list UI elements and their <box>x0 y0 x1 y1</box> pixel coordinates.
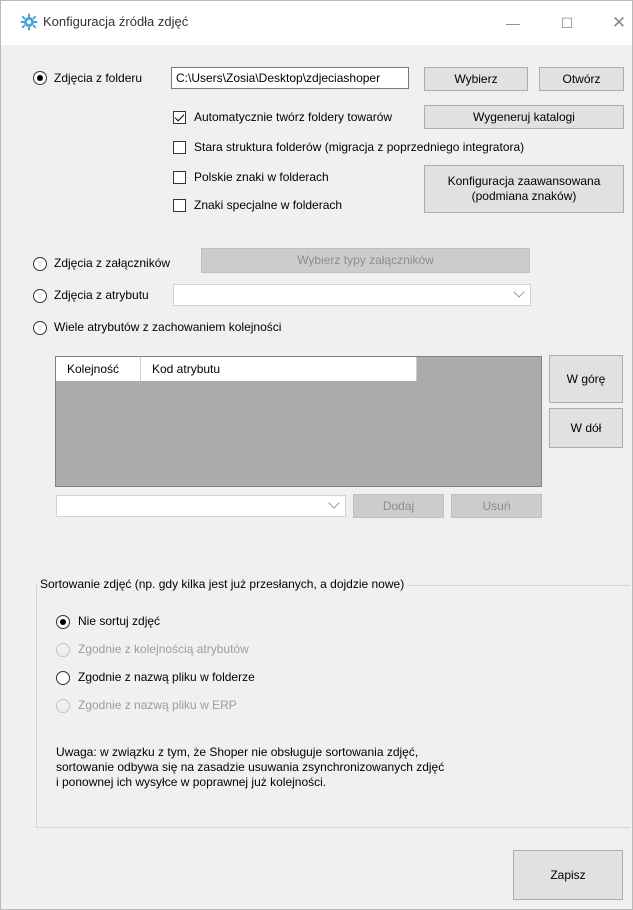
advanced-config-button[interactable]: Konfiguracja zaawansowana (podmiana znak… <box>424 165 624 213</box>
sorting-group-title: Sortowanie zdjęć (np. gdy kilka jest już… <box>37 577 408 591</box>
open-folder-button[interactable]: Otwórz <box>539 67 624 91</box>
move-up-button[interactable]: W górę <box>549 355 623 403</box>
chevron-down-icon <box>328 497 340 509</box>
sorting-note-line1: Uwaga: w związku z tym, że Shoper nie ob… <box>56 745 419 759</box>
source-multi-attributes-label: Wiele atrybutów z zachowaniem kolejności <box>54 320 282 334</box>
radio-sort-folder-filename[interactable] <box>56 671 70 685</box>
minimize-button[interactable]: — <box>498 9 528 37</box>
choose-folder-button[interactable]: Wybierz <box>424 67 528 91</box>
advanced-config-line2: (podmiana znaków) <box>471 189 577 203</box>
add-attribute-button[interactable]: Dodaj <box>353 494 444 518</box>
grid-column-order[interactable]: Kolejność <box>56 357 141 381</box>
radio-sort-attribute-order[interactable] <box>56 643 70 657</box>
sorting-note: Uwaga: w związku z tym, że Shoper nie ob… <box>56 745 516 790</box>
checkbox-polish-chars[interactable] <box>173 171 186 184</box>
sort-erp-filename-label: Zgodnie z nazwą pliku w ERP <box>78 698 237 712</box>
move-down-button[interactable]: W dół <box>549 408 623 448</box>
generate-catalogs-button[interactable]: Wygeneruj katalogi <box>424 105 624 129</box>
auto-create-label: Automatycznie twórz foldery towarów <box>194 110 393 124</box>
gear-icon <box>20 13 38 31</box>
polish-chars-label: Polskie znaki w folderach <box>194 170 329 184</box>
attribute-select[interactable] <box>173 284 531 306</box>
special-chars-label: Znaki specjalne w folderach <box>194 198 343 212</box>
grid-header: Kolejność Kod atrybutu <box>56 357 417 381</box>
radio-source-attribute[interactable] <box>33 289 47 303</box>
folder-path-field[interactable]: C:\Users\Zosia\Desktop\zdjeciashoper <box>171 67 409 89</box>
source-attribute-label: Zdjęcia z atrybutu <box>54 288 149 302</box>
attributes-grid[interactable]: Kolejność Kod atrybutu <box>55 356 542 487</box>
checkbox-old-structure[interactable] <box>173 141 186 154</box>
source-folder-label: Zdjęcia z folderu <box>54 71 143 85</box>
title-bar: Konfiguracja źródła zdjęć — ☐ ✕ <box>1 1 632 45</box>
remove-attribute-button[interactable]: Usuń <box>451 494 542 518</box>
choose-attachment-types-button[interactable]: Wybierz typy załączników <box>201 248 530 273</box>
radio-sort-erp-filename[interactable] <box>56 699 70 713</box>
sort-attribute-order-label: Zgodnie z kolejnością atrybutów <box>78 642 249 656</box>
grid-column-attribute-code[interactable]: Kod atrybutu <box>141 357 417 381</box>
checkbox-auto-create[interactable] <box>173 111 186 124</box>
sort-folder-filename-label: Zgodnie z nazwą pliku w folderze <box>78 670 255 684</box>
source-attachments-label: Zdjęcia z załączników <box>54 256 171 270</box>
maximize-button[interactable]: ☐ <box>552 9 582 37</box>
close-button[interactable]: ✕ <box>604 9 633 37</box>
attribute-add-select[interactable] <box>56 495 346 517</box>
sort-none-label: Nie sortuj zdjęć <box>78 614 161 628</box>
chevron-down-icon <box>513 286 525 298</box>
checkbox-special-chars[interactable] <box>173 199 186 212</box>
sorting-note-line2: sortowanie odbywa się na zasadzie usuwan… <box>56 760 445 774</box>
advanced-config-line1: Konfiguracja zaawansowana <box>447 174 601 188</box>
old-structure-label: Stara struktura folderów (migracja z pop… <box>194 140 525 154</box>
radio-sort-none[interactable] <box>56 615 70 629</box>
radio-source-multi-attributes[interactable] <box>33 321 47 335</box>
sorting-note-line3: i ponownej ich wysyłce w poprawnej już k… <box>56 775 327 789</box>
window-title: Konfiguracja źródła zdjęć <box>43 14 189 29</box>
config-window: Konfiguracja źródła zdjęć — ☐ ✕ Zdjęcia … <box>0 0 633 910</box>
save-button[interactable]: Zapisz <box>513 850 623 900</box>
radio-source-attachments[interactable] <box>33 257 47 271</box>
radio-source-folder[interactable] <box>33 71 47 85</box>
